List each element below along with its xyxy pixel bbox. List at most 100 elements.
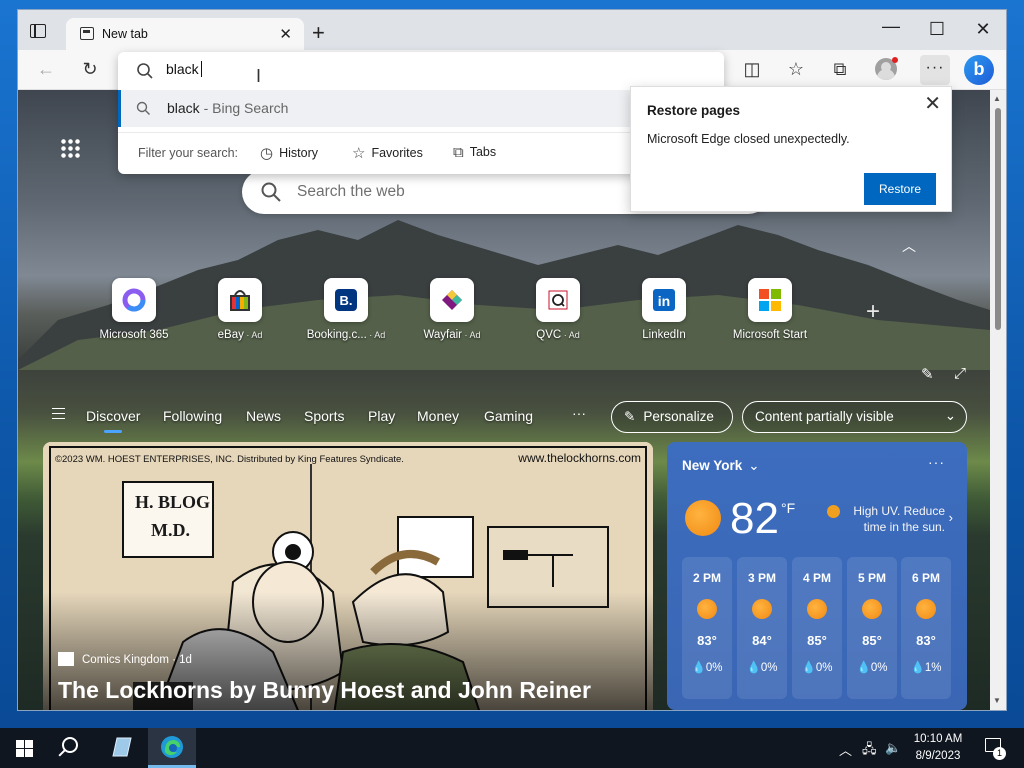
collapse-chevron-icon[interactable]: ︿ [902, 236, 916, 256]
nav-play[interactable]: Play [368, 408, 395, 424]
tile-ad-label: · Ad [366, 330, 386, 340]
vertical-scrollbar[interactable]: ▲ ▼ [990, 90, 1006, 710]
suggestion-query: black [167, 100, 200, 116]
restore-pages-popup: Restore pages ✕ Microsoft Edge closed un… [630, 86, 952, 212]
comics-kingdom-logo [58, 652, 74, 666]
scrollbar-thumb[interactable] [995, 108, 1001, 330]
hourly-forecast: 3 PM 84° 💧0% [737, 557, 787, 699]
suggestion-source: - Bing Search [199, 100, 289, 116]
tile-linkedin[interactable]: in LinkedIn [614, 278, 714, 341]
filter-label: Filter your search: [138, 146, 239, 160]
weather-city[interactable]: New York ⌄ [682, 458, 760, 474]
title-bar: New tab ✕ + — ☐ ✕ [18, 10, 1006, 50]
content-visibility-label: Content partially visible [755, 409, 894, 424]
tab-new-tab[interactable]: New tab ✕ [66, 18, 304, 50]
tray-chevron-icon[interactable]: ︿ [839, 740, 852, 759]
taskbar-clock[interactable]: 10:10 AM 8/9/2023 [906, 731, 970, 765]
hourly-forecast: 2 PM 83° 💧0% [682, 557, 732, 699]
address-input[interactable]: black [166, 61, 466, 77]
tile-microsoft-365[interactable]: Microsoft 365 [84, 278, 184, 341]
hour-time: 4 PM [802, 571, 831, 585]
filter-history[interactable]: ◷ History [260, 144, 318, 162]
tile-microsoft-start[interactable]: Microsoft Start [720, 278, 820, 341]
chevron-right-icon[interactable]: › [949, 510, 953, 525]
close-icon[interactable]: ✕ [924, 91, 941, 116]
scroll-down-icon[interactable]: ▼ [993, 696, 1001, 705]
scroll-up-icon[interactable]: ▲ [993, 94, 1001, 103]
taskbar-search-icon[interactable] [62, 737, 78, 753]
profile-status-dot [892, 57, 898, 63]
tile-label: Microsoft Start [732, 329, 808, 341]
nav-sports[interactable]: Sports [304, 408, 344, 424]
weather-unit: °F [781, 500, 796, 516]
star-icon: ☆ [352, 145, 366, 162]
minimize-button[interactable]: — [868, 16, 914, 37]
hour-time: 5 PM [857, 571, 886, 585]
restore-button[interactable]: Restore [864, 173, 936, 205]
network-icon[interactable]: 🖧 [862, 740, 877, 762]
filter-tabs[interactable]: ⧉ Tabs [453, 144, 496, 161]
sunny-icon [807, 599, 827, 619]
apps-grid-icon[interactable] [60, 138, 80, 158]
address-bar[interactable]: black I [118, 52, 724, 90]
nav-news[interactable]: News [246, 408, 281, 424]
maximize-button[interactable]: ☐ [914, 19, 960, 40]
weather-card[interactable]: New York ⌄ ··· 82 °F High UV. Reduce time… [667, 442, 967, 710]
comic-title[interactable]: The Lockhorns by Bunny Hoest and John Re… [58, 677, 591, 704]
comic-card[interactable]: ©2023 WM. HOEST ENTERPRISES, INC. Distri… [43, 442, 653, 710]
hour-precip: 💧0% [801, 662, 833, 674]
favorites-icon[interactable]: ☆ [784, 59, 808, 80]
nav-following[interactable]: Following [163, 408, 222, 424]
taskbar: ︿ 🖧 🔈 10:10 AM 8/9/2023 1 [0, 728, 1024, 768]
chevron-down-icon: ⌄ [944, 408, 956, 423]
hour-temp: 83° [916, 633, 936, 648]
nav-more-icon[interactable]: ··· [572, 405, 586, 421]
add-shortcut-icon[interactable]: + [866, 298, 880, 326]
hour-temp: 84° [752, 633, 772, 648]
search-icon [261, 182, 281, 202]
tile-qvc[interactable]: QVC · Ad [508, 278, 608, 341]
tile-label: Booking.c... [306, 329, 367, 341]
edge-icon[interactable] [159, 734, 185, 760]
refresh-button[interactable]: ↻ [78, 59, 102, 80]
customize-background-icon[interactable]: ✎ [921, 365, 934, 383]
back-button[interactable]: ← [34, 59, 58, 80]
hour-precip: 💧0% [691, 662, 723, 674]
sunny-icon [685, 500, 721, 536]
bing-chat-button[interactable]: b [964, 55, 994, 85]
tile-ad-label: · Ad [243, 330, 263, 340]
volume-icon[interactable]: 🔈 [885, 740, 901, 756]
file-explorer-icon[interactable] [109, 734, 135, 760]
hour-time: 6 PM [911, 571, 940, 585]
sunny-icon [862, 599, 882, 619]
windows-start-icon[interactable] [16, 740, 33, 757]
collections-icon[interactable]: ⧉ [828, 59, 852, 80]
tab-close-icon[interactable]: ✕ [279, 25, 292, 43]
nav-money[interactable]: Money [417, 408, 459, 424]
hour-precip: 💧0% [746, 662, 778, 674]
sunny-icon [697, 599, 717, 619]
personalize-icon: ✎ [624, 409, 636, 424]
booking-icon: B. [324, 278, 368, 322]
new-tab-button[interactable]: + [312, 20, 325, 46]
filter-favorites[interactable]: ☆ Favorites [352, 144, 423, 162]
tile-wayfair[interactable]: Wayfair · Ad [402, 278, 502, 341]
split-screen-icon[interactable]: ◫ [740, 59, 764, 80]
fullscreen-expand-icon[interactable]: ⤢ [954, 365, 966, 382]
content-visibility-dropdown[interactable]: Content partially visible ⌄ [742, 401, 967, 433]
tab-actions-icon[interactable] [30, 24, 46, 38]
tile-booking[interactable]: B. Booking.c... · Ad [296, 278, 396, 341]
hour-temp: 85° [807, 633, 827, 648]
personalize-button[interactable]: ✎ Personalize [611, 401, 733, 433]
clock-date: 8/9/2023 [915, 750, 961, 762]
nav-gaming[interactable]: Gaming [484, 408, 533, 424]
menu-icon[interactable] [52, 408, 65, 419]
close-window-button[interactable]: ✕ [960, 19, 1006, 40]
web-search-placeholder: Search the web [297, 183, 405, 200]
nav-discover[interactable]: Discover [86, 408, 140, 424]
tile-label: Microsoft 365 [99, 329, 169, 341]
settings-more-button[interactable]: ··· [920, 55, 950, 85]
weather-more-icon[interactable]: ··· [928, 454, 945, 470]
tile-ebay[interactable]: eBay · Ad [190, 278, 290, 341]
hourly-forecast: 4 PM 85° 💧0% [792, 557, 842, 699]
